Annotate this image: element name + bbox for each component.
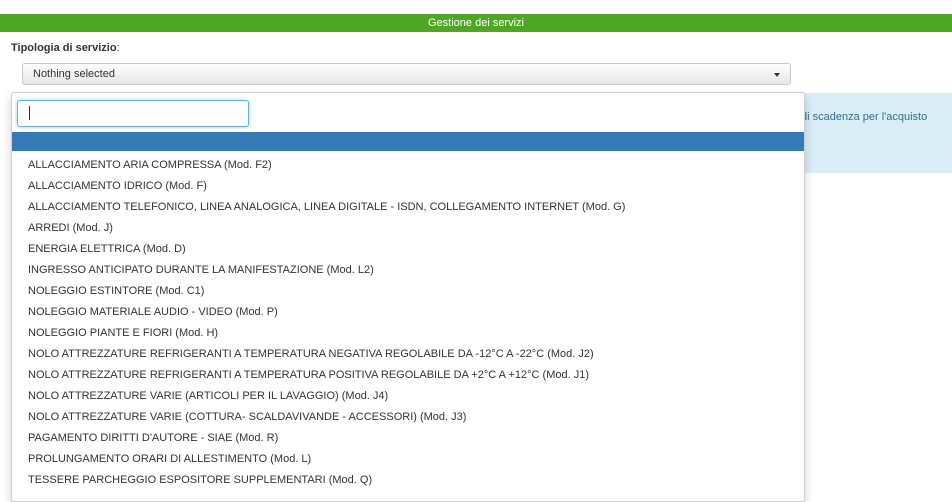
dropdown-option[interactable]: PROLUNGAMENTO ORARI DI ALLESTIMENTO (Mod… xyxy=(12,449,804,470)
dropdown-option[interactable]: TESSERE PARCHEGGIO ESPOSITORE SUPPLEMENT… xyxy=(12,470,804,491)
dropdown-option[interactable]: NOLEGGIO ESTINTORE (Mod. C1) xyxy=(12,281,804,302)
dropdown-option[interactable]: NOLO ATTREZZATURE REFRIGERANTI A TEMPERA… xyxy=(12,344,804,365)
dropdown-option[interactable]: NOLO ATTREZZATURE REFRIGERANTI A TEMPERA… xyxy=(12,365,804,386)
section-header-title: Gestione dei servizi xyxy=(428,17,524,29)
dropdown-option[interactable]: NOLO ATTREZZATURE VARIE (COTTURA- SCALDA… xyxy=(12,407,804,428)
dropdown-option[interactable]: NOLEGGIO MATERIALE AUDIO - VIDEO (Mod. P… xyxy=(12,302,804,323)
dropdown-options-list: ALLACCIAMENTO ARIA COMPRESSA (Mod. F2) AL… xyxy=(12,155,804,491)
service-type-select[interactable]: Nothing selected xyxy=(22,63,791,85)
service-type-label-text: Tipologia di servizio xyxy=(11,42,117,54)
dropdown-option[interactable]: NOLO ATTREZZATURE VARIE (ARTICOLI PER IL… xyxy=(12,386,804,407)
dropdown-option[interactable]: ENERGIA ELETTRICA (Mod. D) xyxy=(12,239,804,260)
dropdown-option[interactable]: ALLACCIAMENTO IDRICO (Mod. F) xyxy=(12,176,804,197)
text-cursor xyxy=(29,106,30,120)
service-type-label: Tipologia di servizio: xyxy=(11,42,120,54)
dropdown-option[interactable]: INGRESSO ANTICIPATO DURANTE LA MANIFESTA… xyxy=(12,260,804,281)
service-type-dropdown: ALLACCIAMENTO ARIA COMPRESSA (Mod. F2) AL… xyxy=(11,92,805,502)
service-type-label-colon: : xyxy=(116,42,120,54)
dropdown-option[interactable]: ALLACCIAMENTO ARIA COMPRESSA (Mod. F2) xyxy=(12,155,804,176)
dropdown-highlighted-empty-option[interactable] xyxy=(12,132,804,151)
info-alert: di scadenza per l'acquisto xyxy=(790,93,952,173)
dropdown-option[interactable]: ALLACCIAMENTO TELEFONICO, LINEA ANALOGIC… xyxy=(12,197,804,218)
dropdown-search-input[interactable] xyxy=(17,100,249,127)
caret-down-icon xyxy=(774,73,780,77)
info-alert-text: di scadenza per l'acquisto xyxy=(801,111,928,123)
section-header: Gestione dei servizi xyxy=(0,14,952,32)
service-type-selected-value: Nothing selected xyxy=(33,68,115,80)
dropdown-option[interactable]: ARREDI (Mod. J) xyxy=(12,218,804,239)
dropdown-option[interactable]: NOLEGGIO PIANTE E FIORI (Mod. H) xyxy=(12,323,804,344)
dropdown-option[interactable]: PAGAMENTO DIRITTI D'AUTORE - SIAE (Mod. … xyxy=(12,428,804,449)
